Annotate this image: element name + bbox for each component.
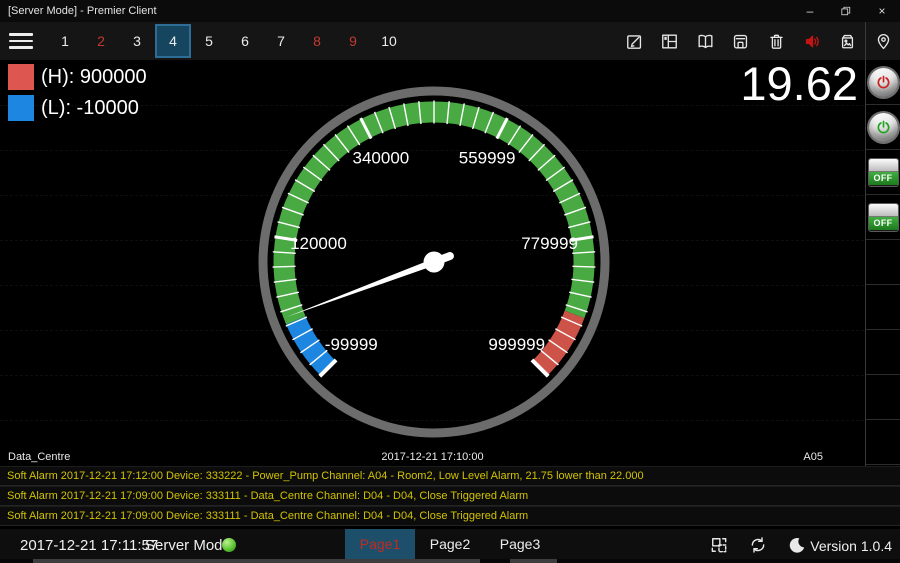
alarm-row[interactable]: Soft Alarm 2017-12-21 17:12:00 Device: 3… xyxy=(0,466,900,486)
gauge-legend: (H): 900000 (L): -10000 xyxy=(8,64,147,126)
scrollbar-thumb[interactable] xyxy=(33,559,480,563)
window-title: [Server Mode] - Premier Client xyxy=(0,5,792,17)
legend-low-row: (L): -10000 xyxy=(8,95,147,121)
statusbar-icons xyxy=(708,534,808,556)
legend-high-row: (H): 900000 xyxy=(8,64,147,90)
app-window: [Server Mode] - Premier Client – × 12345… xyxy=(0,0,900,563)
screen-tab-8[interactable]: 8 xyxy=(299,24,335,58)
toggle-state-label: OFF xyxy=(869,172,898,185)
gauge-footer: Data_Centre 2017-12-21 17:10:00 A05 xyxy=(0,448,865,465)
screen-tab-5[interactable]: 5 xyxy=(191,24,227,58)
screen-tab-2[interactable]: 2 xyxy=(83,24,119,58)
sidebar-cell xyxy=(866,285,900,330)
gauge-panel: (H): 900000 (L): -10000 19.62 -999991200… xyxy=(0,60,900,466)
alarm-list: Soft Alarm 2017-12-21 17:12:00 Device: 3… xyxy=(0,466,900,529)
page-switcher: Page1Page2Page3 xyxy=(345,529,555,560)
screen-tab-10[interactable]: 10 xyxy=(371,24,407,58)
menu-icon[interactable] xyxy=(9,33,33,49)
toggle-knob xyxy=(869,204,898,217)
gauge: -99999 120000 340000 559999 779999 999999 xyxy=(234,62,634,462)
screen-tabs: 12345678910 xyxy=(47,24,407,58)
sidebar-cell xyxy=(866,420,900,465)
gauge-axis-label: 999999 xyxy=(488,335,545,354)
toggle-switch-1[interactable]: OFF xyxy=(868,158,899,187)
restore-button[interactable] xyxy=(828,0,864,22)
legend-low-swatch xyxy=(8,95,34,121)
alarm-row[interactable]: Soft Alarm 2017-12-21 17:09:00 Device: 3… xyxy=(0,506,900,526)
window-controls: – × xyxy=(792,0,900,22)
power-off-button[interactable] xyxy=(869,68,898,97)
layout-icon[interactable] xyxy=(658,29,682,53)
screen-tab-9[interactable]: 9 xyxy=(335,24,371,58)
gauge-needle xyxy=(287,259,435,317)
gauge-axis-label: 779999 xyxy=(521,234,578,253)
legend-high-label: (H): 900000 xyxy=(41,66,147,89)
pin-icon[interactable] xyxy=(871,29,895,53)
alarm-row[interactable]: Soft Alarm 2017-12-21 17:09:00 Device: 3… xyxy=(0,486,900,506)
scrollbar-thumb[interactable] xyxy=(510,559,557,563)
screen-tab-1[interactable]: 1 xyxy=(47,24,83,58)
tabbar: 12345678910 xyxy=(0,22,900,60)
horizontal-scrollbar[interactable] xyxy=(0,559,900,563)
night-mode-icon[interactable] xyxy=(786,534,808,556)
gauge-axis-label: -99999 xyxy=(325,335,378,354)
screen-tab-7[interactable]: 7 xyxy=(263,24,299,58)
control-sidebar: OFF OFF xyxy=(866,60,900,466)
sidebar-cell xyxy=(866,375,900,420)
sidebar-cell xyxy=(866,330,900,375)
screen-tab-3[interactable]: 3 xyxy=(119,24,155,58)
sidebar-cell xyxy=(866,240,900,285)
sidebar-divider xyxy=(865,22,866,466)
edit-icon[interactable] xyxy=(622,29,646,53)
pin-slot xyxy=(869,22,897,60)
titlebar: [Server Mode] - Premier Client – × xyxy=(0,0,900,22)
sidebar-cell: OFF xyxy=(866,195,900,240)
screen-tab-6[interactable]: 6 xyxy=(227,24,263,58)
book-icon[interactable] xyxy=(693,29,717,53)
minimize-button[interactable]: – xyxy=(792,0,828,22)
statusbar-page1-tab[interactable]: Page1 xyxy=(345,529,415,560)
screen-tab-4[interactable]: 4 xyxy=(155,24,191,58)
gauge-timestamp: 2017-12-21 17:10:00 xyxy=(0,451,865,463)
close-button[interactable]: × xyxy=(864,0,900,22)
capture-icon[interactable] xyxy=(836,29,860,53)
gauge-axis-label: 559999 xyxy=(459,148,516,167)
legend-low-label: (L): -10000 xyxy=(41,97,139,120)
save-icon[interactable] xyxy=(729,29,753,53)
gauge-axis-label: 340000 xyxy=(353,148,410,167)
sidebar-cell xyxy=(866,60,900,105)
version-label: Version 1.0.4 xyxy=(810,538,892,554)
sidebar-cell xyxy=(866,105,900,150)
status-timestamp: 2017-12-21 17:11:57 xyxy=(20,537,158,554)
gauge-axis-label: 120000 xyxy=(290,234,347,253)
legend-high-swatch xyxy=(8,64,34,90)
trash-icon[interactable] xyxy=(765,29,789,53)
toggle-knob xyxy=(869,159,898,172)
sidebar-cell: OFF xyxy=(866,150,900,195)
toolbar xyxy=(622,22,860,60)
toggle-switch-2[interactable]: OFF xyxy=(868,203,899,232)
statusbar-page2-tab[interactable]: Page2 xyxy=(415,529,485,560)
channel-label: A05 xyxy=(803,451,823,463)
power-on-button[interactable] xyxy=(869,113,898,142)
statusbar: 2017-12-21 17:11:57 Server Mode Page1Pag… xyxy=(0,529,900,563)
gauge-value-display: 19.62 xyxy=(740,56,858,111)
restore-icon xyxy=(841,6,851,16)
pages-icon[interactable] xyxy=(708,534,730,556)
toggle-state-label: OFF xyxy=(869,217,898,230)
server-mode-label: Server Mode xyxy=(145,537,231,554)
speaker-icon[interactable] xyxy=(800,29,824,53)
sync-icon[interactable] xyxy=(747,534,769,556)
statusbar-page3-tab[interactable]: Page3 xyxy=(485,529,555,560)
status-indicator xyxy=(222,538,236,552)
